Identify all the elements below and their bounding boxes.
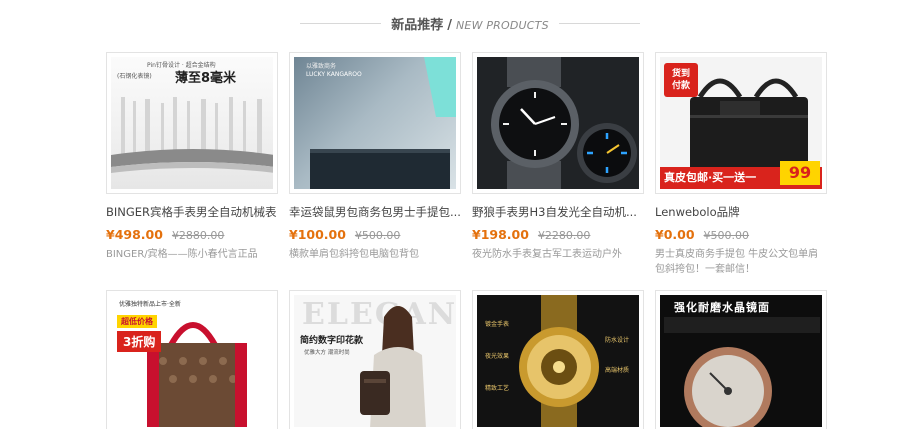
model-illustration (360, 306, 426, 427)
product-price: ¥198.00 (472, 227, 529, 242)
product-description: 男士真皮商务手提包 牛皮公文包单肩包斜挎包！一套邮信！ (655, 249, 819, 275)
gold-watch-illustration (519, 295, 599, 427)
price-burst-badge: 99 (780, 161, 820, 185)
product-name[interactable]: BINGER宾格手表男全自动机械表 (106, 204, 278, 220)
product-image-frame[interactable]: Pin钉骨设计 · 超合金结构 (石钢化表镜) 薄至8毫米 (106, 52, 278, 194)
rose-gold-watch-illustration (664, 317, 820, 427)
product-image-frame[interactable]: 以雅致商务 LUCKY KANGAROO (289, 52, 461, 194)
feature-label: 防水设计 (605, 337, 630, 344)
product-image-frame[interactable]: 货到 付款 真皮包邮·买一送一 99 (655, 52, 827, 194)
feature-label: 镀金手表 (485, 321, 510, 328)
product-card[interactable]: 优雅独特新品上市·全新 超低价格 3折购 (106, 290, 278, 429)
product-image-business-bag[interactable]: 以雅致商务 LUCKY KANGAROO (294, 57, 456, 189)
low-price-tag: 超低价格 (117, 315, 157, 328)
product-description: 横款单肩包斜挎包电脑包背包 (289, 249, 419, 260)
product-card[interactable]: Pin钉骨设计 · 超合金结构 (石钢化表镜) 薄至8毫米 BINGER宾格手表… (106, 52, 278, 262)
cod-badge-line2: 付款 (671, 81, 690, 91)
new-products-section: 新品推荐 / NEW PRODUCTS Pin钉骨设计 · 超合金结构 (石钢化… (0, 0, 900, 429)
watch-illustration (477, 57, 639, 189)
product-card[interactable]: 镀金手表 夜光效果 高端材质 精致工艺 防水设计 (472, 290, 644, 429)
price-burst-value: 99 (788, 163, 812, 182)
product-card[interactable]: 野狼手表男H3自发光全自动机... ¥198.00 ¥2280.00 夜光防水手… (472, 52, 644, 262)
product-name[interactable]: 幸运袋鼠男包商务包男士手提包... (289, 204, 461, 220)
feature-label: 精致工艺 (485, 385, 510, 392)
product-price: ¥0.00 (655, 227, 695, 242)
section-title-zh: 新品推荐 (391, 17, 444, 33)
product-image-leather-bag[interactable]: 货到 付款 真皮包邮·买一送一 99 (660, 57, 822, 189)
product-image-frame[interactable]: 镀金手表 夜光效果 高端材质 精致工艺 防水设计 (472, 290, 644, 429)
product-name[interactable]: Lenwebolo品牌 (655, 204, 827, 220)
section-title-separator: / (447, 17, 452, 33)
product-card[interactable]: ELEGANT 简约数字印花款 优雅大方 潮流时尚 (289, 290, 461, 429)
section-heading: 新品推荐 / NEW PRODUCTS (300, 13, 640, 33)
product-image-watch-silver[interactable]: Pin钉骨设计 · 超合金结构 (石钢化表镜) 薄至8毫米 (111, 57, 273, 189)
product-card[interactable]: 强化耐磨水晶镜面 (655, 290, 827, 429)
discount-badge: 3折购 (117, 331, 162, 352)
product-description: BINGER/宾格——陈小春代言正品 (106, 249, 258, 260)
heading-divider-left (300, 22, 382, 24)
product-image-frame[interactable] (472, 52, 644, 194)
heading-divider-right (558, 22, 640, 24)
promo-banner-text: 真皮包邮·买一送一 (664, 171, 757, 184)
image-headline: 简约数字印花款 (300, 336, 364, 346)
product-image-red-handbag[interactable]: 优雅独特新品上市·全新 超低价格 3折购 (111, 295, 273, 427)
product-image-backpack-model[interactable]: ELEGANT 简约数字印花款 优雅大方 潮流时尚 (294, 295, 456, 427)
product-original-price: ¥500.00 (354, 229, 401, 242)
image-caption: 优雅大方 潮流时尚 (304, 350, 350, 356)
section-title-en: NEW PRODUCTS (455, 18, 549, 32)
cod-badge: 货到 付款 (664, 63, 698, 97)
discount-badge-text: 3折购 (123, 335, 156, 349)
product-image-frame[interactable]: ELEGANT 简约数字印花款 优雅大方 潮流时尚 (289, 290, 461, 429)
product-original-price: ¥500.00 (703, 229, 750, 242)
image-caption: 优雅独特新品上市·全新 (119, 301, 181, 308)
product-image-rose-gold-watch[interactable]: 强化耐磨水晶镜面 (660, 295, 822, 427)
product-card[interactable]: 货到 付款 真皮包邮·买一送一 99 Lenwebolo品牌 ¥0.00 ¥50… (655, 52, 827, 277)
product-image-frame[interactable]: 优雅独特新品上市·全新 超低价格 3折购 (106, 290, 278, 429)
product-original-price: ¥2280.00 (537, 229, 591, 242)
feature-label: 高端材质 (605, 367, 630, 374)
product-image-frame[interactable]: 强化耐磨水晶镜面 (655, 290, 827, 429)
product-price: ¥498.00 (106, 227, 163, 242)
product-original-price: ¥2880.00 (171, 229, 225, 242)
product-description: 夜光防水手表复古军工表运动户外 (472, 249, 622, 260)
low-price-tag-text: 超低价格 (121, 317, 153, 326)
product-image-watch-black[interactable] (477, 57, 639, 189)
watch-band-illustration (111, 97, 273, 173)
feature-label: 夜光效果 (485, 353, 510, 360)
product-price: ¥100.00 (289, 227, 346, 242)
image-caption: LUCKY KANGAROO (306, 71, 362, 78)
product-card[interactable]: 以雅致商务 LUCKY KANGAROO 幸运袋鼠男包商务包男士手提包... ¥… (289, 52, 461, 262)
cod-badge-line1: 货到 (671, 69, 690, 79)
image-caption: 以雅致商务 (306, 63, 337, 70)
product-image-gold-watch[interactable]: 镀金手表 夜光效果 高端材质 精致工艺 防水设计 (477, 295, 639, 427)
product-name[interactable]: 野狼手表男H3自发光全自动机... (472, 204, 644, 220)
